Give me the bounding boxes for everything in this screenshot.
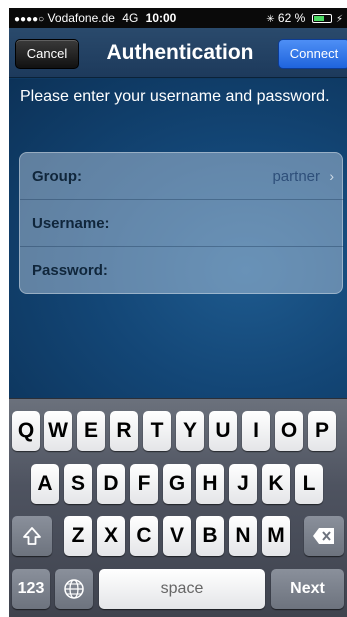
status-right: ✳ 62 % ⚡ bbox=[266, 8, 343, 30]
key-f[interactable]: F bbox=[130, 464, 158, 504]
password-row[interactable]: Password: bbox=[20, 247, 344, 294]
carrier-name: Vodafone.de bbox=[47, 11, 115, 25]
key-e[interactable]: E bbox=[77, 411, 105, 451]
cancel-button[interactable]: Cancel bbox=[15, 39, 79, 69]
content-area: Please enter your username and password.… bbox=[9, 79, 347, 398]
key-d[interactable]: D bbox=[97, 464, 125, 504]
group-label: Group: bbox=[32, 168, 82, 185]
key-t[interactable]: T bbox=[143, 411, 171, 451]
connect-button[interactable]: Connect bbox=[278, 39, 347, 69]
status-left: ●●●●○ Vodafone.de 4G 10:00 bbox=[14, 8, 176, 30]
key-v[interactable]: V bbox=[163, 516, 191, 556]
chevron-right-icon: › bbox=[329, 168, 334, 184]
battery-fill bbox=[313, 16, 324, 21]
group-value: partner bbox=[272, 168, 320, 185]
battery-icon bbox=[311, 14, 332, 23]
key-c[interactable]: C bbox=[130, 516, 158, 556]
signal-strength-icon: ●●●●○ bbox=[14, 14, 45, 25]
key-o[interactable]: O bbox=[275, 411, 303, 451]
key-j[interactable]: J bbox=[229, 464, 257, 504]
page-title: Authentication bbox=[106, 41, 254, 64]
key-y[interactable]: Y bbox=[176, 411, 204, 451]
shift-arrow-icon bbox=[23, 527, 41, 545]
key-n[interactable]: N bbox=[229, 516, 257, 556]
globe-icon bbox=[64, 579, 84, 599]
username-row[interactable]: Username: bbox=[20, 200, 344, 247]
login-form: Group: partner › Username: Password: bbox=[19, 152, 344, 294]
status-bar: ●●●●○ Vodafone.de 4G 10:00 ✳ 62 % ⚡ bbox=[9, 8, 347, 28]
navigation-bar: Cancel Authentication Connect bbox=[9, 28, 347, 78]
key-u[interactable]: U bbox=[209, 411, 237, 451]
battery-percent: 62 % bbox=[277, 11, 306, 25]
keyboard: Q W E R T Y U I O P A S D F G H J K L Z … bbox=[9, 398, 347, 617]
numbers-key[interactable]: 123 bbox=[12, 569, 50, 609]
charging-bolt-icon: ⚡ bbox=[335, 14, 343, 25]
key-q[interactable]: Q bbox=[12, 411, 40, 451]
space-key[interactable]: space bbox=[99, 569, 265, 609]
shift-key[interactable] bbox=[12, 516, 52, 556]
password-field[interactable] bbox=[130, 247, 330, 294]
delete-backspace-icon bbox=[313, 528, 334, 544]
loading-icon: ✳ bbox=[266, 14, 275, 25]
key-b[interactable]: B bbox=[196, 516, 224, 556]
key-w[interactable]: W bbox=[44, 411, 72, 451]
globe-key[interactable] bbox=[55, 569, 93, 609]
key-m[interactable]: M bbox=[262, 516, 290, 556]
password-label: Password: bbox=[32, 262, 108, 279]
delete-key[interactable] bbox=[304, 516, 344, 556]
key-p[interactable]: P bbox=[308, 411, 336, 451]
iphone-screen: ●●●●○ Vodafone.de 4G 10:00 ✳ 62 % ⚡ Canc… bbox=[9, 8, 347, 617]
key-s[interactable]: S bbox=[64, 464, 92, 504]
key-l[interactable]: L bbox=[295, 464, 323, 504]
username-label: Username: bbox=[32, 215, 110, 232]
key-x[interactable]: X bbox=[97, 516, 125, 556]
key-i[interactable]: I bbox=[242, 411, 270, 451]
key-k[interactable]: K bbox=[262, 464, 290, 504]
instruction-text: Please enter your username and password. bbox=[20, 88, 330, 105]
key-z[interactable]: Z bbox=[64, 516, 92, 556]
network-type: 4G bbox=[122, 11, 139, 25]
key-r[interactable]: R bbox=[110, 411, 138, 451]
username-field[interactable] bbox=[130, 200, 330, 247]
next-key[interactable]: Next bbox=[271, 569, 344, 609]
key-h[interactable]: H bbox=[196, 464, 224, 504]
key-a[interactable]: A bbox=[31, 464, 59, 504]
group-row[interactable]: Group: partner › bbox=[20, 153, 344, 200]
status-time: 10:00 bbox=[145, 11, 177, 25]
key-g[interactable]: G bbox=[163, 464, 191, 504]
